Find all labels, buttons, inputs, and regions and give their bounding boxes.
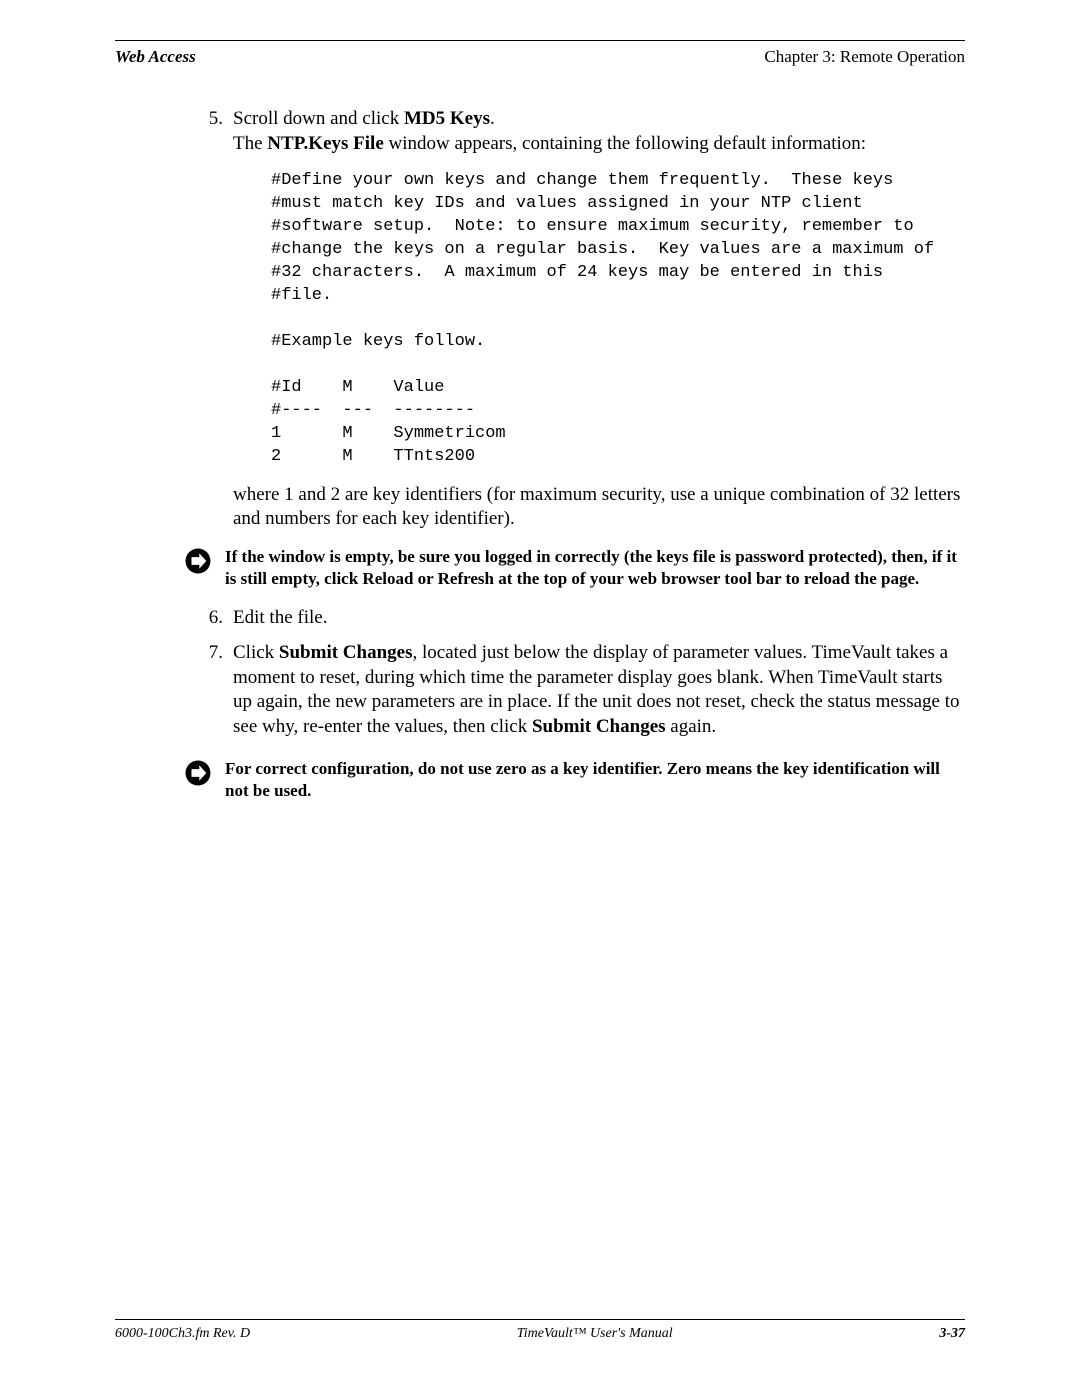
- step5-bold-a: MD5 Keys: [404, 108, 490, 129]
- arrow-note-icon: [185, 760, 211, 786]
- footer-center: TimeVault™ User's Manual: [517, 1326, 673, 1342]
- after-code-text: where 1 and 2 are key identifiers (for m…: [233, 483, 965, 532]
- step-number: 6.: [195, 606, 233, 631]
- note-1-text: If the window is empty, be sure you logg…: [225, 546, 965, 590]
- step7-text-a: Click: [233, 642, 279, 663]
- code-block: #Define your own keys and change them fr…: [271, 170, 965, 468]
- header-chapter: Chapter 3: Remote Operation: [764, 47, 965, 67]
- note-2: For correct configuration, do not use ze…: [185, 758, 965, 802]
- note-1: If the window is empty, be sure you logg…: [185, 546, 965, 590]
- step-body: Click Submit Changes, located just below…: [233, 641, 965, 740]
- step-body: Edit the file.: [233, 606, 965, 631]
- step7-bold-b: Submit Changes: [532, 716, 666, 737]
- step5-text-a: Scroll down and click: [233, 108, 404, 129]
- footer-page-number: 3-37: [939, 1326, 965, 1342]
- arrow-note-icon: [185, 548, 211, 574]
- step5-text-c: The: [233, 133, 267, 154]
- step5-text-b: .: [490, 108, 495, 129]
- footer-left: 6000-100Ch3.fm Rev. D: [115, 1326, 250, 1342]
- step-5: 5. Scroll down and click MD5 Keys. The N…: [195, 107, 965, 532]
- header-rule: [115, 40, 965, 41]
- header-section: Web Access: [115, 47, 196, 67]
- step7-text-c: again.: [666, 716, 717, 737]
- step5-bold-b: NTP.Keys File: [267, 133, 383, 154]
- step5-text-d: window appears, containing the following…: [384, 133, 866, 154]
- note-2-text: For correct configuration, do not use ze…: [225, 758, 965, 802]
- step7-bold-a: Submit Changes: [279, 642, 413, 663]
- step-number: 5.: [195, 107, 233, 532]
- step-body: Scroll down and click MD5 Keys. The NTP.…: [233, 107, 965, 532]
- body-content: 5. Scroll down and click MD5 Keys. The N…: [195, 107, 965, 802]
- step-6: 6. Edit the file.: [195, 606, 965, 631]
- footer-rule: [115, 1319, 965, 1320]
- page-header: Web Access Chapter 3: Remote Operation: [115, 47, 965, 67]
- page-footer: 6000-100Ch3.fm Rev. D TimeVault™ User's …: [115, 1319, 965, 1342]
- step-7: 7. Click Submit Changes, located just be…: [195, 641, 965, 740]
- step-number: 7.: [195, 641, 233, 740]
